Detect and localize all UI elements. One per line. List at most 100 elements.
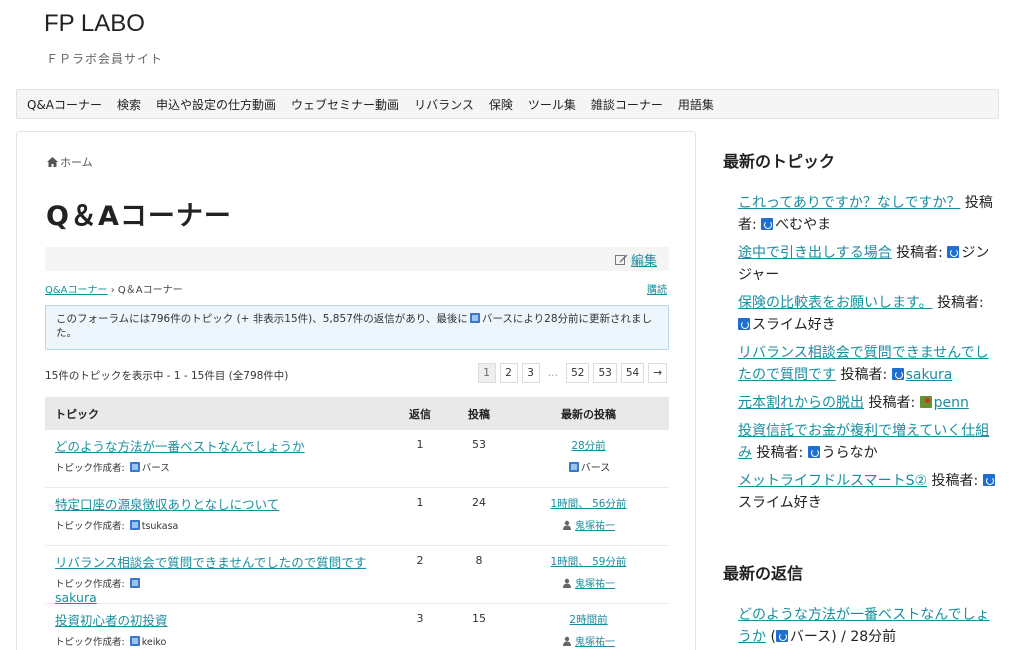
page-53[interactable]: 53 <box>593 363 617 383</box>
recent-topic-link[interactable]: これってありですか？なしですか？ <box>738 195 960 211</box>
topic-table: トピック 返信 投稿 最新の投稿 どのような方法が一番ベストなんでしょうか トピ… <box>45 397 669 650</box>
latest-time-link[interactable]: 28分前 <box>508 438 669 453</box>
reply-count: 1 <box>416 496 424 509</box>
latest-author-name[interactable]: 鬼塚祐一 <box>575 521 615 532</box>
topic-author: トピック作成者: keiko <box>55 634 390 648</box>
latest-time-link[interactable]: 1時間、 59分前 <box>508 554 669 569</box>
latest-author-name[interactable]: 鬼塚祐一 <box>575 579 615 590</box>
author-name[interactable]: sakura <box>55 590 390 605</box>
latest-time-link[interactable]: 2時間前 <box>508 612 669 627</box>
nav-item-rebalance[interactable]: リバランス <box>414 96 474 113</box>
subscribe-link[interactable]: 購読 <box>647 281 667 296</box>
avatar-icon <box>738 318 750 330</box>
recent-reply-author[interactable]: バース <box>790 629 831 645</box>
avatar-icon <box>129 462 140 472</box>
topic-author: トピック作成者: バース <box>55 460 390 474</box>
recent-replies-list: どのような方法が一番ベストなんでしょうか (バース) / 28分前 <box>723 604 998 648</box>
breadcrumb-home[interactable]: ホーム <box>60 154 93 170</box>
crumb-separator: › <box>110 285 115 296</box>
avatar-icon <box>947 246 960 258</box>
page-52[interactable]: 52 <box>566 363 590 383</box>
edit-icon <box>614 254 628 265</box>
page-2[interactable]: 2 <box>499 363 518 383</box>
recent-topic-link[interactable]: 保険の比較表をお願いします。 <box>738 295 933 311</box>
recent-topic-author[interactable]: べむやま <box>775 217 831 233</box>
post-count: 15 <box>472 612 486 625</box>
avatar-icon <box>807 446 820 458</box>
header-replies: 返信 <box>409 407 431 421</box>
page-1: 1 <box>477 363 496 383</box>
person-icon <box>563 578 571 588</box>
list-item: 途中で引き出しする場合 投稿者: ジンジャー <box>738 242 998 286</box>
forum-notice: このフォーラムには796件のトピック (+ 非表示15件)、5,857件の返信が… <box>45 305 669 350</box>
latest-author-name[interactable]: 鬼塚祐一 <box>575 637 615 648</box>
recent-topic-author[interactable]: スライム好き <box>738 495 822 511</box>
avatar-icon <box>891 368 904 380</box>
recent-reply-time: 28分前 <box>850 629 897 645</box>
topic-title-link[interactable]: リバランス相談会で質問できませんでしたので質問です <box>55 552 390 571</box>
site-title[interactable]: FP LABO <box>44 10 145 38</box>
latest-author: 鬼塚祐一 <box>508 517 669 532</box>
recent-topic-link[interactable]: メットライフドルスマートS② <box>738 473 927 489</box>
recent-topic-author[interactable]: penn <box>934 395 969 411</box>
avatar-icon <box>129 578 140 588</box>
list-item: リバランス相談会で質問できませんでしたので質問です 投稿者: sakura <box>738 342 998 386</box>
nav-item-chat[interactable]: 雑談コーナー <box>591 96 663 113</box>
reply-count: 1 <box>416 438 424 451</box>
latest-author: 鬼塚祐一 <box>508 633 669 648</box>
nav-item-web-seminar[interactable]: ウェブセミナー動画 <box>291 96 399 113</box>
by-label: 投稿者: <box>896 245 943 261</box>
topic-title-link[interactable]: 投資初心者の初投資 <box>55 610 390 629</box>
by-label: 投稿者: <box>756 445 804 461</box>
edit-button[interactable]: 編集 <box>614 250 657 269</box>
post-count: 8 <box>475 554 483 567</box>
topic-title-link[interactable]: どのような方法が一番ベストなんでしょうか <box>55 436 390 455</box>
page-ellipsis: … <box>543 363 563 383</box>
forum-crumb-current: Q＆Aコーナー <box>117 285 183 296</box>
forum-crumb-parent[interactable]: Q&Aコーナー <box>45 285 108 296</box>
next-page-arrow[interactable]: → <box>648 363 667 383</box>
nav-item-search[interactable]: 検索 <box>117 96 141 113</box>
nav-item-qa[interactable]: Q&Aコーナー <box>27 96 102 113</box>
breadcrumb[interactable]: ホーム <box>47 154 93 170</box>
author-name[interactable]: tsukasa <box>142 521 179 532</box>
recent-replies-heading: 最新の返信 <box>723 564 804 583</box>
by-label: 投稿者: <box>937 295 984 311</box>
page-title: Q＆Aコーナー <box>46 201 232 232</box>
author-name[interactable]: バース <box>142 463 170 474</box>
avatar-icon <box>982 474 995 486</box>
recent-topic-link[interactable]: 途中で引き出しする場合 <box>738 245 892 261</box>
list-item: 元本割れからの脱出 投稿者: penn <box>738 392 998 414</box>
page-54[interactable]: 54 <box>620 363 645 383</box>
nav-item-how-to-videos[interactable]: 申込や設定の仕方動画 <box>156 96 276 113</box>
avatar-icon <box>775 630 788 642</box>
nav-item-tools[interactable]: ツール集 <box>528 96 576 113</box>
post-count: 24 <box>472 496 486 509</box>
recent-topic-author[interactable]: sakura <box>906 367 953 383</box>
topic-title-link[interactable]: 特定口座の源泉徴収ありとなしについて <box>55 494 390 513</box>
table-row: リバランス相談会で質問できませんでしたので質問です トピック作成者: sakur… <box>45 546 669 605</box>
list-item: メットライフドルスマートS② 投稿者: スライム好き <box>738 470 998 514</box>
latest-time-link[interactable]: 1時間、 56分前 <box>508 496 669 511</box>
recent-topic-author[interactable]: うらなか <box>822 445 878 461</box>
header-posts: 投稿 <box>468 407 490 421</box>
table-row: どのような方法が一番ベストなんでしょうか トピック作成者: バース 1 53 2… <box>45 430 669 488</box>
person-icon <box>563 636 571 646</box>
avatar-icon <box>129 520 140 530</box>
recent-topic-link[interactable]: 元本割れからの脱出 <box>738 395 864 411</box>
person-icon <box>563 520 571 530</box>
edit-label[interactable]: 編集 <box>631 250 657 269</box>
nav-item-glossary[interactable]: 用語集 <box>678 96 714 113</box>
author-prefix: トピック作成者: <box>55 579 125 590</box>
latest-author: 鬼塚祐一 <box>508 575 669 590</box>
recent-topic-author[interactable]: スライム好き <box>752 317 836 333</box>
avatar-icon <box>469 313 480 323</box>
avatar-icon <box>919 396 932 408</box>
latest-author-name[interactable]: バース <box>581 463 611 474</box>
main-content: ホーム Q＆Aコーナー 編集 Q&Aコーナー › Q＆Aコーナー 購読 このフォ… <box>16 131 696 650</box>
notice-user[interactable]: バース <box>482 313 513 325</box>
page-3[interactable]: 3 <box>521 363 540 383</box>
table-header: トピック 返信 投稿 最新の投稿 <box>45 397 669 430</box>
author-name[interactable]: keiko <box>142 637 167 648</box>
nav-item-insurance[interactable]: 保険 <box>489 96 513 113</box>
